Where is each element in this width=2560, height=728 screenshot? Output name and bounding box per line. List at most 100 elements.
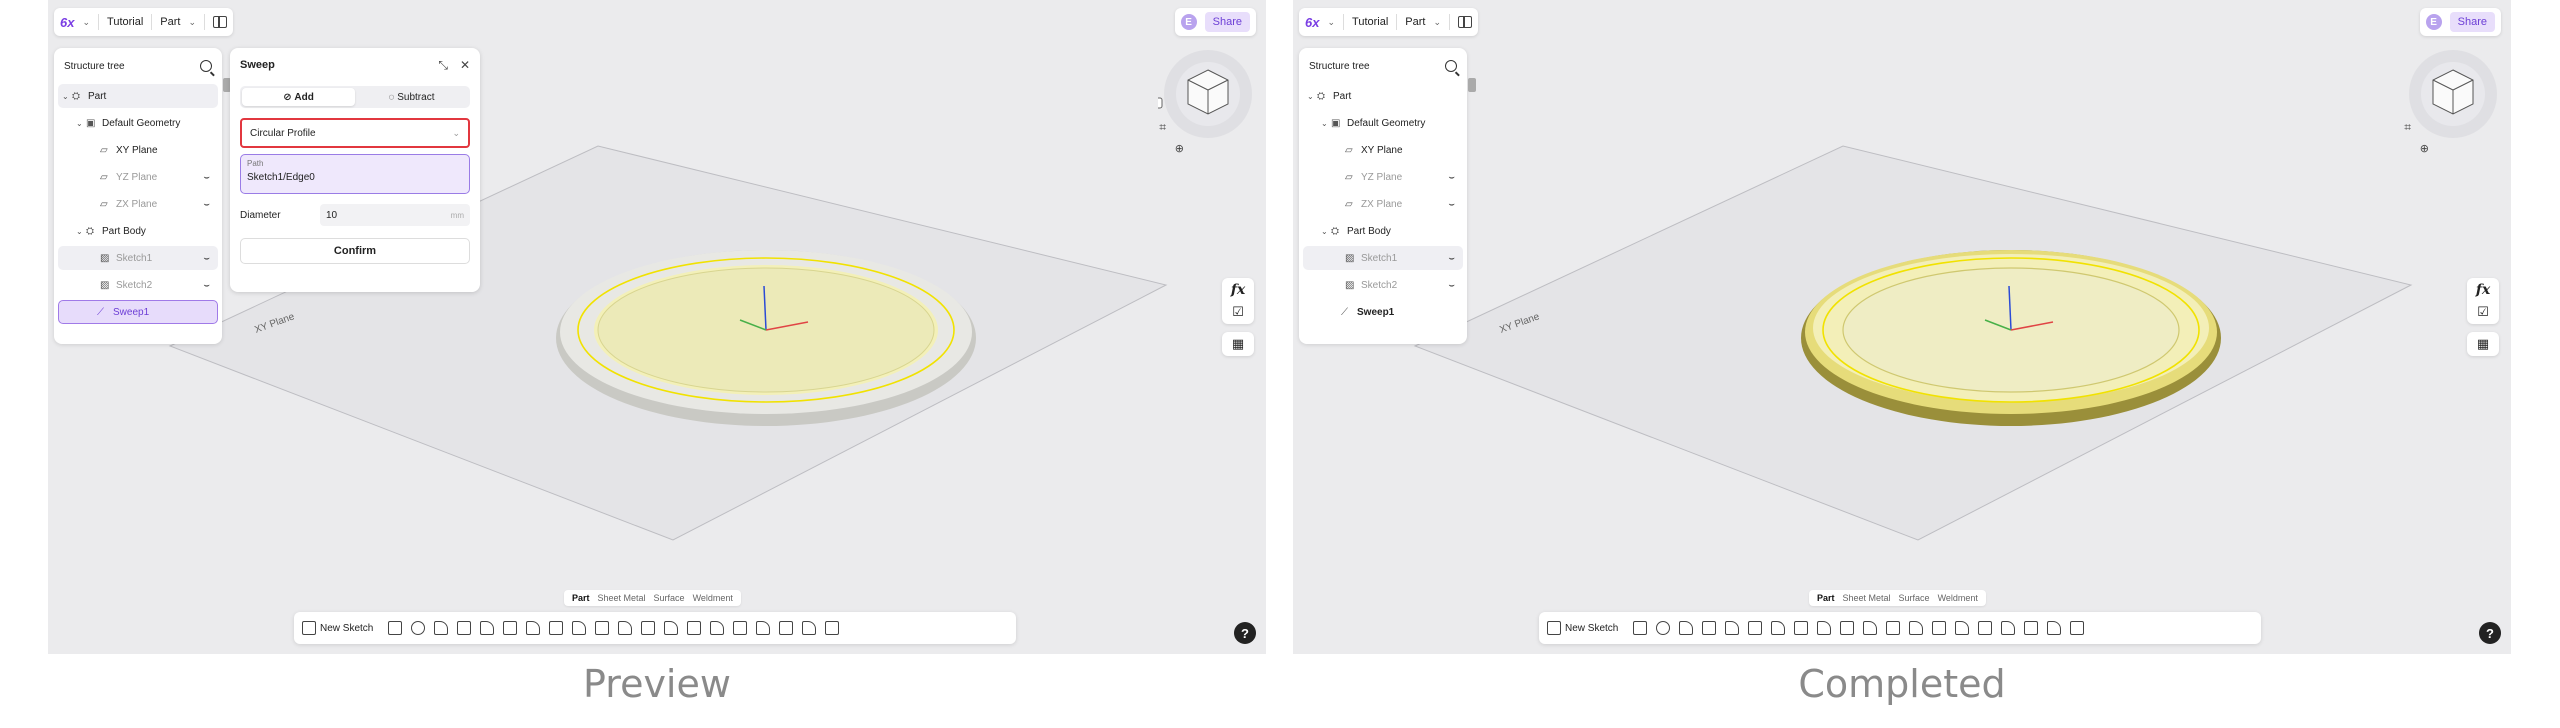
- tab-surface[interactable]: Surface: [650, 593, 689, 603]
- new-sketch-button[interactable]: New Sketch: [302, 621, 373, 635]
- hidden-eye-icon[interactable]: ⌣: [1448, 172, 1455, 183]
- breadcrumb-tutorial[interactable]: Tutorial: [1352, 16, 1388, 28]
- subtract-button[interactable]: ◌ Subtract: [355, 88, 468, 106]
- hidden-eye-icon[interactable]: ⌣: [1448, 280, 1455, 291]
- tab-part[interactable]: Part: [1813, 593, 1839, 603]
- avatar[interactable]: E: [2425, 14, 2442, 30]
- revolve-icon[interactable]: [411, 621, 426, 635]
- fillet-icon[interactable]: [1771, 621, 1786, 635]
- tree-item-zx-plane[interactable]: ▱ ZX Plane ⌣: [58, 192, 218, 216]
- share-button[interactable]: Share: [2449, 12, 2495, 32]
- view-mode-icon[interactable]: ⊕: [2420, 142, 2429, 155]
- viewport-3d[interactable]: XY Plane: [1293, 0, 2511, 654]
- split-icon[interactable]: [1955, 621, 1970, 635]
- tree-item-part[interactable]: ⌄ ⛭ Part: [1303, 84, 1463, 108]
- rib-icon[interactable]: [480, 621, 495, 635]
- tree-item-part-body[interactable]: ⌄ ⛭ Part Body: [58, 219, 218, 243]
- tree-item-default-geometry[interactable]: ⌄ ▣ Default Geometry: [1303, 111, 1463, 135]
- boolean-icon[interactable]: [1932, 621, 1947, 635]
- chevron-down-icon[interactable]: ⌄: [76, 227, 86, 236]
- scale-icon[interactable]: [2001, 621, 2016, 635]
- chevron-down-icon[interactable]: ⌄: [1321, 227, 1331, 236]
- checklist-icon[interactable]: ☑: [1232, 304, 1244, 320]
- move-body-icon[interactable]: [1978, 621, 1993, 635]
- chamfer-icon[interactable]: [549, 621, 564, 635]
- shell-icon[interactable]: [595, 621, 610, 635]
- view-mode-icon[interactable]: ⊕: [1175, 142, 1184, 155]
- shell-icon[interactable]: [1840, 621, 1855, 635]
- profile-dropdown[interactable]: Circular Profile ⌄: [240, 118, 470, 148]
- tab-part[interactable]: Part: [568, 593, 594, 603]
- app-logo[interactable]: 6x: [1305, 15, 1319, 30]
- chevron-down-icon[interactable]: ⌄: [1307, 92, 1317, 101]
- thicken-icon[interactable]: [618, 621, 633, 635]
- tree-item-sketch2[interactable]: ▨ Sketch2 ⌣: [58, 273, 218, 297]
- hole-icon[interactable]: [503, 621, 518, 635]
- tree-item-part-body[interactable]: ⌄ ⛭ Part Body: [1303, 219, 1463, 243]
- close-icon[interactable]: ✕: [460, 58, 470, 73]
- breadcrumb-tutorial[interactable]: Tutorial: [107, 16, 143, 28]
- fillet-icon[interactable]: [526, 621, 541, 635]
- chevron-down-icon[interactable]: ⌄: [1327, 17, 1335, 28]
- chevron-down-icon[interactable]: ⌄: [76, 119, 86, 128]
- help-button[interactable]: ?: [2479, 622, 2501, 644]
- hidden-eye-icon[interactable]: ⌣: [203, 253, 210, 264]
- breadcrumb-part[interactable]: Part: [1405, 16, 1425, 28]
- tree-item-sweep1[interactable]: ⟋ Sweep1: [1303, 300, 1463, 324]
- breadcrumb-part[interactable]: Part: [160, 16, 180, 28]
- transform-icon[interactable]: [779, 621, 794, 635]
- thicken-icon[interactable]: [1863, 621, 1878, 635]
- mirror-icon[interactable]: [664, 621, 679, 635]
- rib-icon[interactable]: [1725, 621, 1740, 635]
- fit-view-icon[interactable]: ⌗: [2404, 120, 2411, 135]
- tab-sheet-metal[interactable]: Sheet Metal: [1839, 593, 1895, 603]
- loft-icon[interactable]: [457, 621, 472, 635]
- tree-item-sweep1[interactable]: ⟋ Sweep1: [58, 300, 218, 324]
- drawing-icon[interactable]: [825, 621, 840, 635]
- pattern-icon[interactable]: [641, 621, 656, 635]
- diameter-input[interactable]: 10 mm: [320, 204, 470, 226]
- chamfer-icon[interactable]: [1794, 621, 1809, 635]
- reference-plane-icon[interactable]: [802, 621, 817, 635]
- view-cube[interactable]: [2403, 44, 2499, 140]
- hidden-eye-icon[interactable]: ⌣: [203, 172, 210, 183]
- tab-surface[interactable]: Surface: [1895, 593, 1934, 603]
- search-icon[interactable]: [200, 60, 212, 72]
- formula-icon[interactable]: fx: [1231, 282, 1245, 298]
- hidden-eye-icon[interactable]: ⌣: [1448, 199, 1455, 210]
- tree-item-xy-plane[interactable]: ▱ XY Plane: [58, 138, 218, 162]
- extrude-icon[interactable]: [1633, 621, 1648, 635]
- hidden-eye-icon[interactable]: ⌣: [203, 199, 210, 210]
- app-logo[interactable]: 6x: [60, 15, 74, 30]
- loft-icon[interactable]: [1702, 621, 1717, 635]
- chevron-down-icon[interactable]: ⌄: [82, 17, 90, 28]
- tree-item-sketch1[interactable]: ▨ Sketch1 ⌣: [58, 246, 218, 270]
- draft-icon[interactable]: [572, 621, 587, 635]
- move-body-icon[interactable]: [733, 621, 748, 635]
- panel-toggle-icon[interactable]: [213, 16, 228, 28]
- search-icon[interactable]: [1445, 60, 1457, 72]
- chevron-down-icon[interactable]: ⌄: [62, 92, 72, 101]
- boolean-icon[interactable]: [687, 621, 702, 635]
- tab-weldment[interactable]: Weldment: [1934, 593, 1982, 603]
- tree-item-zx-plane[interactable]: ▱ ZX Plane ⌣: [1303, 192, 1463, 216]
- scale-icon[interactable]: [756, 621, 771, 635]
- transform-icon[interactable]: [2024, 621, 2039, 635]
- fit-view-icon[interactable]: ⌗: [1159, 120, 1166, 135]
- new-sketch-button[interactable]: New Sketch: [1547, 621, 1618, 635]
- sweep-icon[interactable]: [434, 621, 449, 635]
- pin-icon[interactable]: ⤡: [438, 58, 448, 73]
- pattern-icon[interactable]: [1886, 621, 1901, 635]
- split-icon[interactable]: [710, 621, 725, 635]
- tree-item-part[interactable]: ⌄ ⛭ Part: [58, 84, 218, 108]
- view-cube[interactable]: [1158, 44, 1254, 140]
- hole-icon[interactable]: [1748, 621, 1763, 635]
- panel-toggle-icon[interactable]: [1458, 16, 1473, 28]
- tree-collapse-handle[interactable]: [1468, 78, 1476, 92]
- mirror-icon[interactable]: [1909, 621, 1924, 635]
- tab-weldment[interactable]: Weldment: [689, 593, 737, 603]
- add-button[interactable]: ⊘ Add: [242, 88, 355, 106]
- help-button[interactable]: ?: [1234, 622, 1256, 644]
- sweep-icon[interactable]: [1679, 621, 1694, 635]
- tree-item-sketch1[interactable]: ▨ Sketch1 ⌣: [1303, 246, 1463, 270]
